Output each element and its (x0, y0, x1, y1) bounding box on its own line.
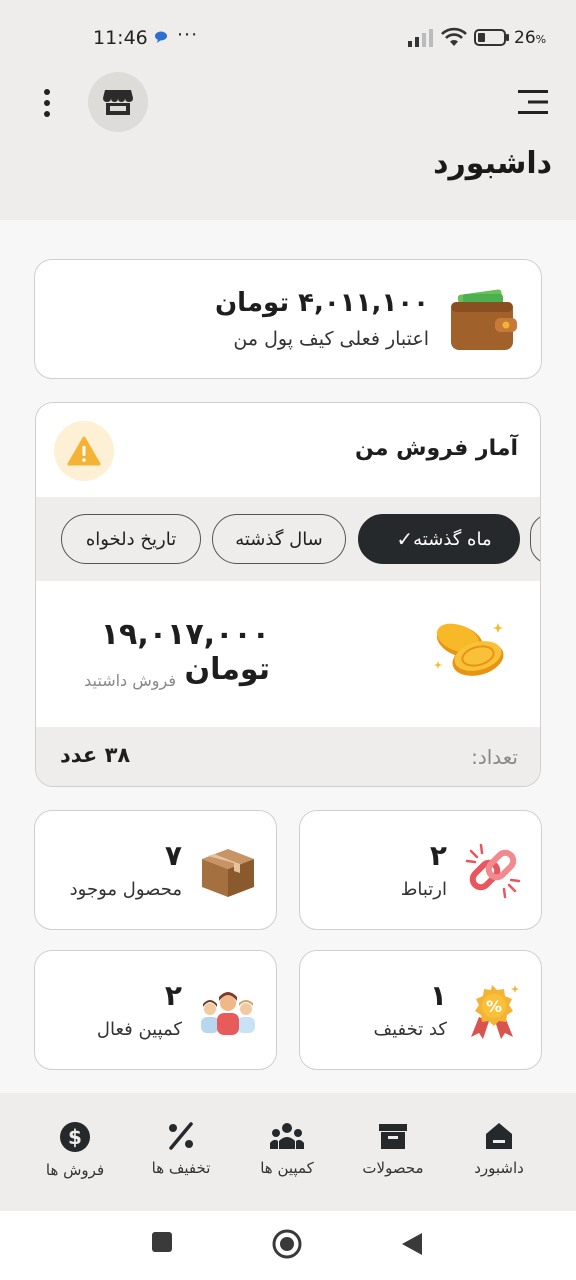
dashboard-icon (486, 1123, 512, 1149)
sales-count-bar: تعداد: ۳۸ عدد (36, 727, 540, 786)
stat-label: کد تخفیف (373, 1019, 447, 1040)
chat-notification-icon (155, 31, 167, 43)
warning-button[interactable] (54, 421, 114, 481)
storefront-icon (103, 90, 133, 115)
link-icon (465, 843, 521, 899)
battery-percent: 26% (514, 28, 547, 48)
status-time: 11:46 (93, 27, 148, 49)
date-filter-bar: ماه گذشته ✓ سال گذشته تاریخ دلخواه (36, 497, 540, 581)
stat-card-products[interactable]: ۷ محصول موجود (34, 810, 277, 930)
filter-chip-last-year[interactable]: سال گذشته (212, 514, 346, 564)
archive-icon (379, 1124, 407, 1149)
signal-icon (408, 29, 433, 47)
warning-icon (67, 436, 101, 466)
wallet-card[interactable]: ۴,۰۱۱,۱۰۰ تومان اعتبار فعلی کیف پول من (34, 259, 542, 379)
hamburger-menu-icon[interactable] (518, 88, 550, 116)
more-vert-icon[interactable] (36, 88, 58, 118)
count-label: تعداد: (471, 745, 518, 769)
shop-avatar-button[interactable] (88, 72, 148, 132)
stat-number: ۷ (164, 839, 182, 872)
dollar-icon: $ (60, 1122, 90, 1152)
people-icon (201, 992, 255, 1035)
stat-number: ۲ (164, 979, 182, 1012)
system-navigation-bar (0, 1211, 576, 1280)
svg-text:%: % (486, 997, 502, 1016)
stat-label: محصول موجود (69, 879, 182, 900)
battery-icon (474, 29, 509, 46)
box-icon (202, 849, 254, 897)
wallet-icon (451, 289, 517, 350)
nav-item-products[interactable]: محصولات (343, 1121, 443, 1177)
filter-chip-custom-date[interactable]: تاریخ دلخواه (61, 514, 201, 564)
wallet-amount: ۴,۰۱۱,۱۰۰ تومان (214, 288, 429, 318)
nav-item-dashboard[interactable]: داشبورد (449, 1121, 549, 1177)
filter-chip-last-month[interactable]: ماه گذشته ✓ (358, 514, 520, 564)
nav-item-sales[interactable]: $ فروش ها (25, 1121, 125, 1179)
count-value: ۳۸ عدد (60, 743, 131, 767)
wallet-label: اعتبار فعلی کیف پول من (233, 328, 429, 350)
recent-apps-icon[interactable] (151, 1231, 173, 1253)
status-bar: 11:46 ··· 26% (0, 0, 576, 64)
svg-text:$: $ (68, 1125, 82, 1149)
coins-icon (434, 623, 504, 676)
percent-icon (169, 1122, 193, 1150)
filter-chip-partial[interactable] (530, 514, 540, 564)
stat-card-discount-codes[interactable]: ۱ کد تخفیف % (299, 950, 542, 1070)
stat-label: کمپین فعال (96, 1019, 182, 1040)
sales-sub-label: فروش داشتید (84, 671, 176, 690)
group-icon (270, 1123, 304, 1149)
nav-item-campaigns[interactable]: کمپین ها (237, 1121, 337, 1177)
nav-item-discounts[interactable]: تخفیف ها (131, 1121, 231, 1177)
check-icon: ✓ (396, 527, 414, 551)
home-icon[interactable] (272, 1229, 302, 1259)
app-header: داشبورد (0, 64, 576, 220)
wifi-icon (441, 27, 467, 46)
stat-card-connections[interactable]: ۲ ارتباط (299, 810, 542, 930)
stat-number: ۲ (429, 839, 447, 872)
stat-label: ارتباط (400, 879, 447, 900)
stat-card-campaigns[interactable]: ۲ کمپین فعال (34, 950, 277, 1070)
back-icon[interactable] (401, 1232, 423, 1256)
sales-stats-card: آمار فروش من ماه گذشته ✓ سال گذشته تاریخ… (35, 402, 541, 787)
page-title: داشبورد (433, 146, 552, 181)
discount-badge-icon: % (471, 985, 519, 1039)
bottom-navigation: داشبورد محصولات کمپین ها تخفیف ها $ فروش… (0, 1093, 576, 1211)
more-notifications-icon: ··· (177, 24, 199, 46)
stat-number: ۱ (429, 979, 447, 1012)
sales-card-title: آمار فروش من (355, 436, 518, 461)
